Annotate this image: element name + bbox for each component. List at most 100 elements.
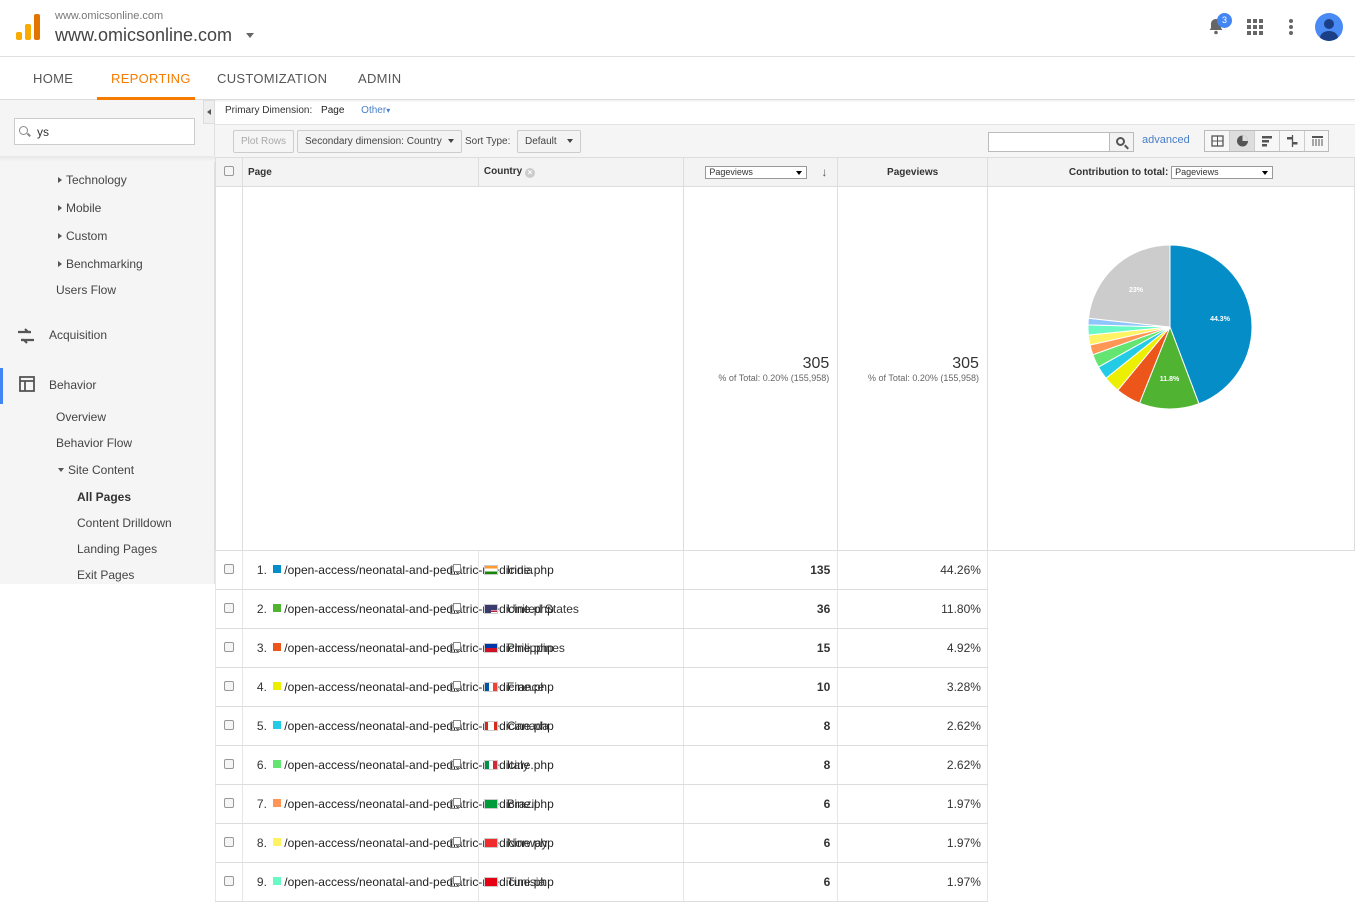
- open-external-icon[interactable]: [450, 759, 462, 771]
- open-external-icon[interactable]: [450, 681, 462, 693]
- pivot-view-icon[interactable]: [1305, 131, 1330, 151]
- table-row[interactable]: 7. /open-access/neonatal-and-pediatric-m…: [215, 784, 1355, 824]
- country-name[interactable]: India: [507, 563, 533, 577]
- row-checkbox[interactable]: [223, 681, 234, 691]
- sidebar-item-behavior[interactable]: Behavior: [49, 378, 96, 392]
- sidebar-item-exit-pages[interactable]: Exit Pages: [77, 568, 134, 582]
- remove-dimension-icon[interactable]: ×: [525, 168, 535, 178]
- sidebar-item-acquisition[interactable]: Acquisition: [49, 328, 107, 342]
- plot-rows-button[interactable]: Plot Rows: [233, 130, 295, 153]
- analytics-logo-icon[interactable]: [16, 14, 40, 40]
- sidebar-item-custom[interactable]: Custom: [58, 229, 107, 243]
- row-checkbox[interactable]: [223, 837, 234, 847]
- row-checkbox[interactable]: [223, 876, 234, 886]
- column-header-metric: Pageviews ↓: [683, 157, 839, 187]
- table-row[interactable]: 5. /open-access/neonatal-and-pediatric-m…: [215, 706, 1355, 746]
- tab-home[interactable]: HOME: [33, 71, 73, 86]
- tab-reporting[interactable]: REPORTING: [111, 71, 191, 86]
- table-filter-search-button[interactable]: [1110, 132, 1134, 152]
- apps-grid-icon[interactable]: [1247, 19, 1263, 35]
- tab-admin[interactable]: ADMIN: [358, 71, 401, 86]
- chevron-down-icon[interactable]: ▾: [386, 106, 390, 115]
- chevron-right-icon: [58, 233, 62, 239]
- column-header-page[interactable]: Page: [241, 157, 479, 187]
- pie-view-icon[interactable]: [1230, 131, 1255, 151]
- country-name[interactable]: United States: [507, 602, 579, 616]
- contribution-select[interactable]: Pageviews: [1171, 165, 1274, 179]
- page-path-link[interactable]: /open-access/neonatal-and-pediatric-medi…: [284, 759, 554, 772]
- row-checkbox[interactable]: [223, 564, 234, 574]
- more-vert-icon[interactable]: [1289, 19, 1293, 35]
- table-filter-input[interactable]: [988, 132, 1110, 152]
- page-path-link[interactable]: /open-access/neonatal-and-pediatric-medi…: [284, 642, 554, 655]
- table-row[interactable]: 4. /open-access/neonatal-and-pediatric-m…: [215, 667, 1355, 707]
- pie-slice-10[interactable]: [1087, 244, 1171, 328]
- page-path-link[interactable]: /open-access/neonatal-and-pediatric-medi…: [284, 603, 554, 616]
- secondary-dimension-dropdown[interactable]: Secondary dimension: Country: [297, 130, 462, 153]
- open-external-icon[interactable]: [450, 876, 462, 888]
- select-all-checkbox[interactable]: [223, 165, 234, 176]
- page-path-link[interactable]: /open-access/neonatal-and-pediatric-medi…: [284, 798, 554, 811]
- advanced-filter-link[interactable]: advanced: [1142, 134, 1190, 146]
- sidebar-collapse-button[interactable]: [203, 100, 215, 124]
- country-name[interactable]: Norway: [507, 836, 548, 850]
- page-path-link[interactable]: /open-access/neonatal-and-pediatric-medi…: [284, 564, 554, 577]
- sort-type-dropdown[interactable]: Default: [517, 130, 581, 153]
- percent-value-cell: 1.97%: [837, 862, 988, 902]
- tab-customization[interactable]: CUSTOMIZATION: [217, 71, 327, 86]
- sidebar-item-label: Technology: [66, 173, 127, 187]
- comparison-view-icon[interactable]: [1280, 131, 1305, 151]
- primary-dimension-page[interactable]: Page: [321, 105, 344, 116]
- sidebar-item-all-pages[interactable]: All Pages: [77, 490, 131, 504]
- open-external-icon[interactable]: [450, 642, 462, 654]
- column-header-pageviews[interactable]: Pageviews: [837, 157, 988, 187]
- sidebar-item-content-drilldown[interactable]: Content Drilldown: [77, 516, 172, 530]
- row-checkbox[interactable]: [223, 720, 234, 730]
- country-flag-icon: [483, 565, 498, 575]
- row-checkbox[interactable]: [223, 798, 234, 808]
- table-row[interactable]: 8. /open-access/neonatal-and-pediatric-m…: [215, 823, 1355, 863]
- table-view-icon[interactable]: [1205, 131, 1230, 151]
- chevron-right-icon: [58, 261, 62, 267]
- open-external-icon[interactable]: [450, 564, 462, 576]
- property-selector[interactable]: www.omicsonline.com: [55, 25, 232, 46]
- country-name[interactable]: Italy: [507, 758, 529, 772]
- table-row[interactable]: 6. /open-access/neonatal-and-pediatric-m…: [215, 745, 1355, 785]
- row-checkbox[interactable]: [223, 642, 234, 652]
- avatar[interactable]: [1315, 13, 1343, 41]
- sidebar-item-overview[interactable]: Overview: [56, 410, 106, 424]
- chevron-down-icon[interactable]: [246, 33, 254, 38]
- table-row[interactable]: 9. /open-access/neonatal-and-pediatric-m…: [215, 862, 1355, 902]
- country-name[interactable]: Brazil: [507, 797, 537, 811]
- sidebar-item-site-content[interactable]: Site Content: [58, 463, 134, 477]
- country-name[interactable]: Philippines: [507, 641, 565, 655]
- sidebar-item-behavior-flow[interactable]: Behavior Flow: [56, 436, 132, 450]
- sidebar-item-benchmarking[interactable]: Benchmarking: [58, 257, 143, 271]
- page-path-link[interactable]: /open-access/neonatal-and-pediatric-medi…: [284, 720, 554, 733]
- metric-select[interactable]: Pageviews: [705, 166, 808, 180]
- open-external-icon[interactable]: [450, 798, 462, 810]
- bar-view-icon[interactable]: [1255, 131, 1280, 151]
- primary-dimension-other[interactable]: Other: [361, 105, 386, 116]
- open-external-icon[interactable]: [450, 837, 462, 849]
- open-external-icon[interactable]: [450, 720, 462, 732]
- sort-arrow-down-icon[interactable]: ↓: [821, 165, 827, 179]
- country-name[interactable]: France: [507, 680, 544, 694]
- sidebar-item-users-flow[interactable]: Users Flow: [56, 283, 116, 297]
- table-row[interactable]: 3. /open-access/neonatal-and-pediatric-m…: [215, 628, 1355, 668]
- country-name[interactable]: Canada: [507, 719, 549, 733]
- primary-dimension-bar: Primary Dimension: Page Other▾: [225, 105, 390, 116]
- page-path-link[interactable]: /open-access/neonatal-and-pediatric-medi…: [284, 681, 554, 694]
- sidebar-item-landing-pages[interactable]: Landing Pages: [77, 542, 157, 556]
- sidebar-search-input[interactable]: ys: [14, 118, 195, 145]
- sidebar-item-mobile[interactable]: Mobile: [58, 201, 101, 215]
- table-row[interactable]: 2. /open-access/neonatal-and-pediatric-m…: [215, 589, 1355, 629]
- page-path-link[interactable]: /open-access/neonatal-and-pediatric-medi…: [284, 837, 554, 850]
- open-external-icon[interactable]: [450, 603, 462, 615]
- row-checkbox[interactable]: [223, 603, 234, 613]
- sidebar-item-technology[interactable]: Technology: [58, 173, 127, 187]
- column-header-country[interactable]: Country ×: [477, 157, 685, 187]
- page-path-link[interactable]: /open-access/neonatal-and-pediatric-medi…: [284, 876, 554, 889]
- country-name[interactable]: Tunisia: [507, 875, 545, 889]
- row-checkbox[interactable]: [223, 759, 234, 769]
